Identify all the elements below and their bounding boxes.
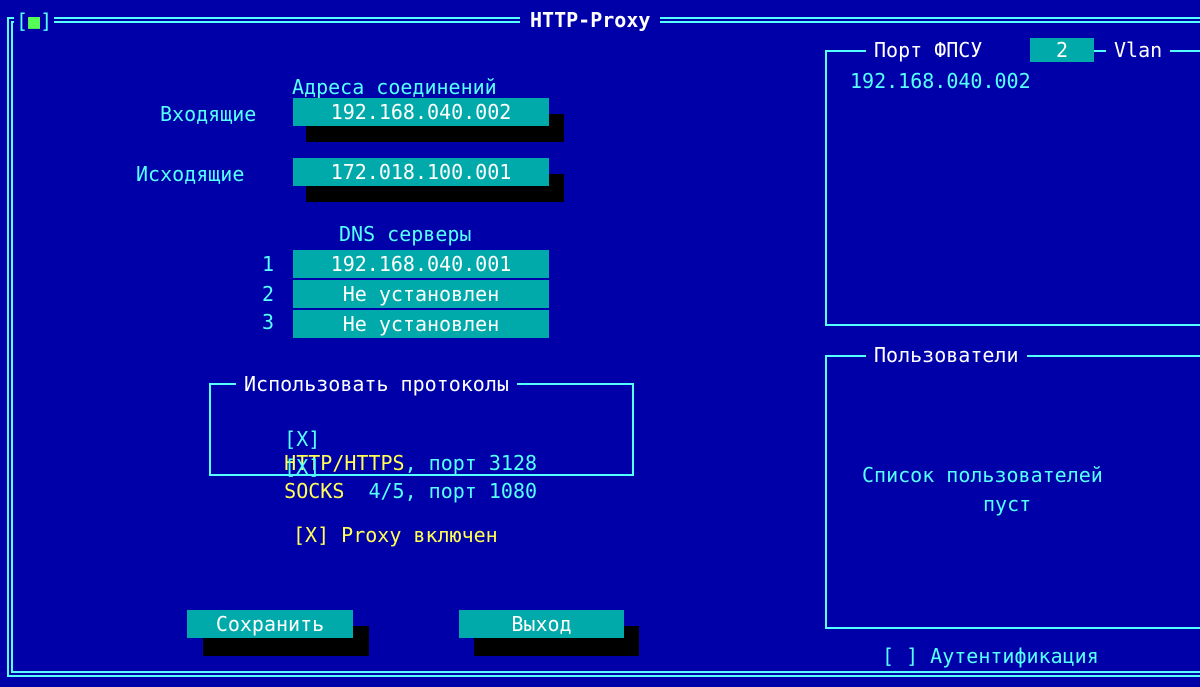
close-icon[interactable]: ■ bbox=[28, 9, 40, 33]
users-empty-line1: Список пользователей bbox=[862, 463, 1103, 487]
dns-num-1: 1 bbox=[262, 252, 275, 276]
incoming-label: Входящие bbox=[160, 102, 257, 126]
outgoing-label: Исходящие bbox=[136, 162, 245, 186]
dns-server-2-field[interactable]: Не установлен bbox=[293, 280, 549, 308]
port-address-item[interactable]: 192.168.040.002 bbox=[850, 69, 1031, 93]
exit-button[interactable]: Выход bbox=[459, 610, 624, 638]
dns-server-3-field[interactable]: Не установлен bbox=[293, 310, 549, 338]
users-label: Пользователи bbox=[866, 343, 1027, 367]
protocol-socks-row[interactable]: [X] SOCKS 4/5, порт 1080 bbox=[236, 431, 537, 527]
dns-num-3: 3 bbox=[262, 310, 275, 334]
auth-checkbox[interactable]: [ ] Аутентификация bbox=[882, 644, 1099, 668]
protocol-socks-name: SOCKS bbox=[284, 479, 345, 503]
protocol-socks-port: 4/5, порт 1080 bbox=[344, 479, 538, 503]
dns-num-2: 2 bbox=[262, 282, 275, 306]
protocol-socks-checkbox[interactable]: [X] bbox=[284, 455, 320, 479]
dialog-title: HTTP-Proxy bbox=[520, 8, 661, 32]
dns-heading: DNS серверы bbox=[339, 222, 472, 246]
save-button[interactable]: Сохранить bbox=[187, 610, 353, 638]
incoming-address-field[interactable]: 192.168.040.002 bbox=[293, 98, 549, 126]
addresses-heading: Адреса соединений bbox=[292, 75, 497, 99]
vlan-label: Vlan bbox=[1106, 38, 1171, 62]
users-empty-line2: пуст bbox=[983, 492, 1032, 516]
outgoing-address-field[interactable]: 172.018.100.001 bbox=[293, 158, 549, 186]
dns-server-1-field[interactable]: 192.168.040.001 bbox=[293, 250, 549, 278]
close-button[interactable]: [■] bbox=[14, 9, 55, 33]
proxy-dialog: [■] HTTP-Proxy Адреса соединений Входящи… bbox=[0, 0, 1200, 687]
proxy-enabled-checkbox[interactable]: [X] Proxy включен bbox=[293, 523, 498, 547]
protocols-legend: Использовать протоколы bbox=[236, 372, 517, 396]
port-number-field[interactable]: 2 bbox=[1030, 38, 1094, 62]
